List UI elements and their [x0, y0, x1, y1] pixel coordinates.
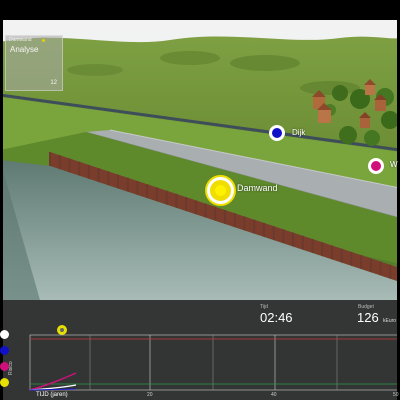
time-marker-icon[interactable] — [57, 325, 67, 335]
panel-value: 12 — [50, 80, 57, 86]
budget-unit: kEuro — [383, 318, 397, 324]
x-tick-40: 40 — [271, 392, 277, 398]
panel-title: Analyse — [10, 45, 39, 54]
bottom-dashboard — [0, 300, 400, 400]
legend-white-dot[interactable] — [0, 330, 9, 339]
w-marker[interactable] — [368, 158, 384, 174]
analysis-panel[interactable]: Damwand Analyse 12 — [5, 35, 63, 91]
w-label: W — [390, 160, 398, 169]
budget-value: 126 — [357, 310, 379, 325]
panel-tag: Damwand — [9, 37, 32, 43]
legend-blue-dot[interactable] — [0, 346, 9, 355]
panel-status-dot-icon — [42, 39, 45, 42]
top-frame-bar — [0, 0, 400, 20]
time-value: 02:46 — [260, 310, 293, 325]
damwand-marker[interactable] — [207, 177, 234, 204]
x-tick-50: 50 — [393, 392, 399, 398]
y-axis-label: Risico — [8, 361, 14, 375]
x-tick-20: 20 — [147, 392, 153, 398]
damwand-label: Damwand — [237, 183, 278, 193]
legend-yellow-dot[interactable] — [0, 378, 9, 387]
dijk-marker[interactable] — [269, 125, 285, 141]
dijk-label: Dijk — [292, 128, 306, 137]
x-axis-label: TIJD (jaren) — [36, 392, 68, 398]
